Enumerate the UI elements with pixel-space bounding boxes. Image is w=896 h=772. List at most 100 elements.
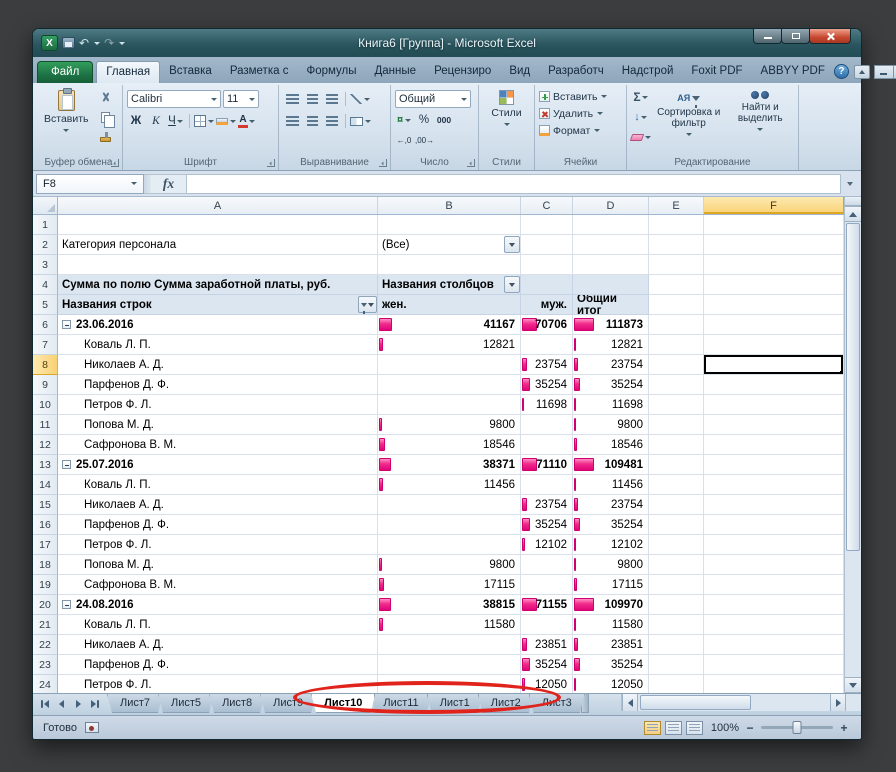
clipboard-dialog-launcher[interactable] bbox=[111, 159, 119, 167]
row-header-12[interactable]: 12 bbox=[33, 435, 58, 455]
font-color-button[interactable]: А bbox=[238, 112, 256, 130]
row-header-11[interactable]: 11 bbox=[33, 415, 58, 435]
row-labels-filter-button[interactable] bbox=[358, 296, 377, 313]
column-header-F[interactable]: F bbox=[704, 197, 844, 214]
percent-format-button[interactable]: % bbox=[415, 111, 433, 129]
cell-B19[interactable]: 17115 bbox=[378, 575, 521, 595]
collapse-button[interactable] bbox=[62, 460, 71, 469]
column-header-B[interactable]: B bbox=[378, 197, 521, 214]
clear-button[interactable] bbox=[631, 128, 651, 146]
select-all-corner[interactable] bbox=[33, 197, 58, 214]
cell-D24[interactable]: 12050 bbox=[573, 675, 649, 693]
cell-C2[interactable] bbox=[521, 235, 573, 255]
zoom-out-button[interactable]: − bbox=[743, 721, 757, 735]
qat-customize-icon[interactable] bbox=[118, 40, 125, 46]
cell-A20[interactable]: 24.08.2016 bbox=[58, 595, 378, 615]
cell-E1[interactable] bbox=[649, 215, 704, 235]
cell-D3[interactable] bbox=[573, 255, 649, 275]
cell-F9[interactable] bbox=[704, 375, 844, 395]
cell-C21[interactable] bbox=[521, 615, 573, 635]
cell-C13[interactable]: 71110 bbox=[521, 455, 573, 475]
cell-E13[interactable] bbox=[649, 455, 704, 475]
cell-B21[interactable]: 11580 bbox=[378, 615, 521, 635]
cell-D14[interactable]: 11456 bbox=[573, 475, 649, 495]
cell-A6[interactable]: 23.06.2016 bbox=[58, 315, 378, 335]
ribbon-tab-Файл[interactable]: Файл bbox=[37, 61, 93, 83]
row-header-1[interactable]: 1 bbox=[33, 215, 58, 235]
row-header-20[interactable]: 20 bbox=[33, 595, 58, 615]
cell-D23[interactable]: 35254 bbox=[573, 655, 649, 675]
scroll-right-button[interactable] bbox=[830, 694, 846, 711]
cell-C19[interactable] bbox=[521, 575, 573, 595]
formula-input[interactable] bbox=[187, 174, 841, 194]
cell-E6[interactable] bbox=[649, 315, 704, 335]
scroll-left-button[interactable] bbox=[622, 694, 638, 711]
cell-D7[interactable]: 12821 bbox=[573, 335, 649, 355]
cell-C9[interactable]: 35254 bbox=[521, 375, 573, 395]
orientation-button[interactable] bbox=[350, 90, 370, 108]
row-header-16[interactable]: 16 bbox=[33, 515, 58, 535]
bold-button[interactable]: Ж bbox=[127, 112, 145, 130]
cell-A4[interactable]: Сумма по полю Сумма заработной платы, ру… bbox=[58, 275, 378, 295]
row-header-18[interactable]: 18 bbox=[33, 555, 58, 575]
sheet-tab-Лист8[interactable]: Лист8 bbox=[209, 694, 265, 713]
cell-E9[interactable] bbox=[649, 375, 704, 395]
cell-D13[interactable]: 109481 bbox=[573, 455, 649, 475]
scroll-up-button[interactable] bbox=[845, 206, 861, 222]
cell-C16[interactable]: 35254 bbox=[521, 515, 573, 535]
redo-icon[interactable]: ↷ bbox=[104, 37, 114, 49]
cell-B12[interactable]: 18546 bbox=[378, 435, 521, 455]
sheet-tab-Лист9[interactable]: Лист9 bbox=[260, 694, 316, 713]
undo-icon[interactable]: ↶ bbox=[79, 37, 89, 49]
view-page-layout-button[interactable] bbox=[665, 721, 682, 735]
cell-C8[interactable]: 23754 bbox=[521, 355, 573, 375]
vertical-scroll-thumb[interactable] bbox=[846, 223, 860, 551]
row-header-21[interactable]: 21 bbox=[33, 615, 58, 635]
cell-B7[interactable]: 12821 bbox=[378, 335, 521, 355]
cell-E16[interactable] bbox=[649, 515, 704, 535]
collapse-button[interactable] bbox=[62, 320, 71, 329]
first-sheet-button[interactable] bbox=[37, 697, 52, 711]
cell-C7[interactable] bbox=[521, 335, 573, 355]
cell-F22[interactable] bbox=[704, 635, 844, 655]
cell-B18[interactable]: 9800 bbox=[378, 555, 521, 575]
cell-B16[interactable] bbox=[378, 515, 521, 535]
cell-C20[interactable]: 71155 bbox=[521, 595, 573, 615]
dropdown-button[interactable] bbox=[504, 276, 520, 293]
cell-E15[interactable] bbox=[649, 495, 704, 515]
ribbon-tab-Рецензиро[interactable]: Рецензиро bbox=[425, 61, 500, 82]
last-sheet-button[interactable] bbox=[88, 697, 103, 711]
copy-button[interactable] bbox=[97, 108, 115, 126]
cell-F1[interactable] bbox=[704, 215, 844, 235]
fill-button[interactable]: ↓ bbox=[631, 108, 651, 126]
increase-decimal-button[interactable]: ←,0 bbox=[395, 131, 413, 149]
cell-A18[interactable]: Попова М. Д. bbox=[58, 555, 378, 575]
column-header-C[interactable]: C bbox=[521, 197, 573, 214]
scroll-down-button[interactable] bbox=[845, 677, 861, 693]
cell-A24[interactable]: Петров Ф. Л. bbox=[58, 675, 378, 693]
sheet-tab-Лист5[interactable]: Лист5 bbox=[158, 694, 214, 713]
cell-D22[interactable]: 23851 bbox=[573, 635, 649, 655]
cell-A12[interactable]: Сафронова В. М. bbox=[58, 435, 378, 455]
align-left-button[interactable] bbox=[283, 112, 301, 130]
cell-D17[interactable]: 12102 bbox=[573, 535, 649, 555]
insert-function-button[interactable]: fx bbox=[151, 174, 187, 194]
cell-A19[interactable]: Сафронова В. М. bbox=[58, 575, 378, 595]
cell-A1[interactable] bbox=[58, 215, 378, 235]
collapse-button[interactable] bbox=[62, 600, 71, 609]
cell-F13[interactable] bbox=[704, 455, 844, 475]
cell-F3[interactable] bbox=[704, 255, 844, 275]
row-header-7[interactable]: 7 bbox=[33, 335, 58, 355]
ribbon-tab-Разработч[interactable]: Разработч bbox=[539, 61, 613, 82]
format-painter-button[interactable] bbox=[97, 128, 115, 146]
cell-E2[interactable] bbox=[649, 235, 704, 255]
cell-C22[interactable]: 23851 bbox=[521, 635, 573, 655]
close-button[interactable] bbox=[809, 29, 851, 44]
cell-B9[interactable] bbox=[378, 375, 521, 395]
cell-A2[interactable]: Категория персонала bbox=[58, 235, 378, 255]
number-format-combo[interactable]: Общий bbox=[395, 90, 471, 108]
undo-caret-icon[interactable] bbox=[93, 40, 100, 46]
cell-E22[interactable] bbox=[649, 635, 704, 655]
cell-F11[interactable] bbox=[704, 415, 844, 435]
cell-A23[interactable]: Парфенов Д. Ф. bbox=[58, 655, 378, 675]
